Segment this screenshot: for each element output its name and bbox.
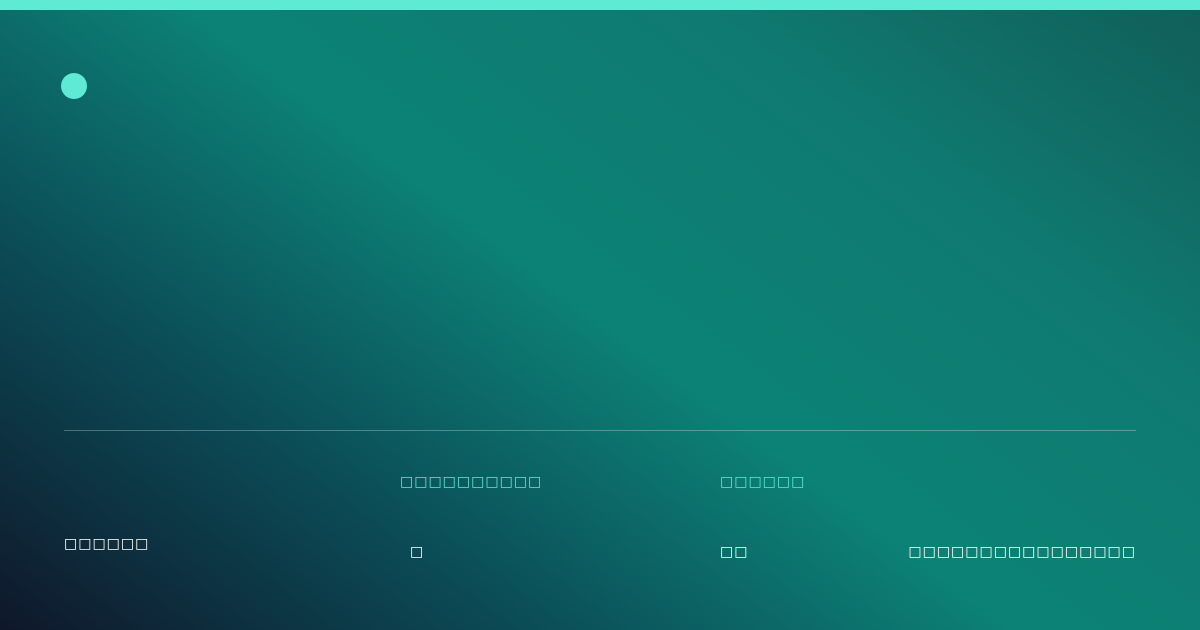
footer-right-text: □□□□□□□□□□□□□□□□	[908, 544, 1136, 560]
brand-dot-icon	[61, 73, 87, 99]
footer-divider	[64, 430, 1136, 431]
stat-label-1: □□□□□□□□□□	[400, 474, 543, 490]
footer-left-text: □□□□□□	[64, 536, 150, 552]
stat-value-2: □□	[720, 544, 749, 560]
top-accent-bar	[0, 0, 1200, 10]
stat-value-1: □	[410, 544, 425, 560]
stat-label-2: □□□□□□	[720, 474, 806, 490]
